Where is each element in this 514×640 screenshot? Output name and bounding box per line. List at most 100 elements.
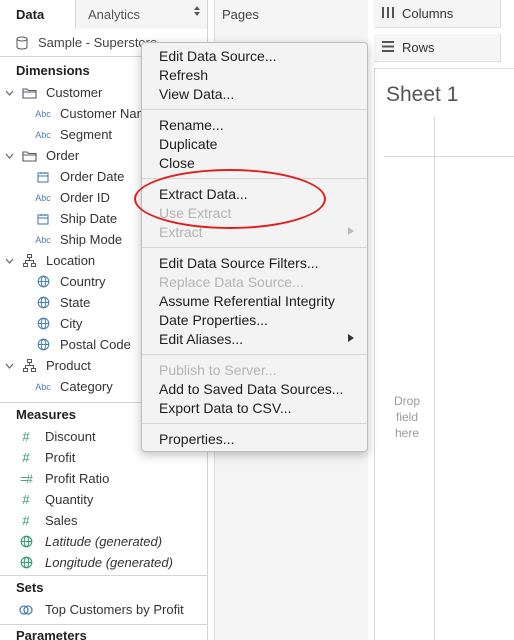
measure-field-label: Sales: [45, 513, 78, 528]
sheet-divider-vertical: [434, 117, 435, 640]
menu-item-edit-data-source-filters[interactable]: Edit Data Source Filters...: [142, 254, 367, 273]
menu-item-label: Publish to Server...: [159, 362, 277, 378]
parameters-header: Parameters: [16, 628, 87, 640]
dimension-group-label: Location: [46, 253, 96, 268]
menu-item-assume-referential-integrity[interactable]: Assume Referential Integrity: [142, 292, 367, 311]
sheet-title[interactable]: Sheet 1: [386, 83, 458, 107]
menu-item-export-data-to-csv[interactable]: Export Data to CSV...: [142, 399, 367, 418]
drop-hint-line: here: [394, 426, 420, 440]
drop-field-hint[interactable]: Drop field here: [385, 393, 429, 441]
menu-item-label: Assume Referential Integrity: [159, 293, 335, 309]
hierarchy-icon: [20, 254, 38, 267]
menu-item-label: Date Properties...: [159, 312, 268, 328]
columns-label: Columns: [402, 6, 454, 21]
abc-string-icon: Abc: [35, 234, 51, 245]
menu-item-label: Rename...: [159, 117, 224, 133]
abc-string-icon: Abc: [35, 192, 51, 203]
globe-icon: [32, 275, 54, 288]
menu-item-label: Duplicate: [159, 136, 218, 152]
chevron-down-icon[interactable]: [4, 361, 14, 371]
menu-item-label: Edit Data Source...: [159, 48, 277, 64]
dimension-group-label: Order: [46, 148, 80, 163]
menu-item-properties[interactable]: Properties...: [142, 430, 367, 449]
rows-shelf[interactable]: Rows: [374, 34, 514, 62]
menu-item-refresh[interactable]: Refresh: [142, 66, 367, 85]
menu-separator: [142, 247, 367, 248]
menu-item-label: View Data...: [159, 86, 235, 102]
measure-field[interactable]: =# Profit Ratio: [0, 468, 207, 489]
measure-field[interactable]: Latitude (generated): [0, 531, 207, 552]
menu-item-edit-aliases[interactable]: Edit Aliases...: [142, 330, 367, 349]
number-icon: #: [22, 513, 30, 528]
menu-separator: [142, 354, 367, 355]
abc-string-icon: Abc: [35, 108, 51, 119]
menu-item-label: Add to Saved Data Sources...: [159, 381, 344, 397]
drop-hint-line: field: [395, 410, 418, 424]
globe-icon: [32, 338, 54, 351]
menu-item-extract-data[interactable]: Extract Data...: [142, 185, 367, 204]
columns-drop-area[interactable]: [500, 0, 514, 28]
menu-item-close[interactable]: Close: [142, 154, 367, 173]
menu-item-label: Export Data to CSV...: [159, 400, 292, 416]
submenu-arrow-icon: [348, 223, 354, 242]
measure-field-label: Quantity: [45, 492, 94, 507]
measure-field[interactable]: # Quantity: [0, 489, 207, 510]
sets-header: Sets: [16, 580, 44, 595]
measure-field-label: Profit: [45, 450, 76, 465]
calendar-icon: [32, 171, 54, 183]
measure-field-label: Latitude (generated): [45, 534, 163, 549]
folder-icon: [20, 150, 38, 162]
menu-item-label: Extract: [159, 224, 203, 240]
data-source-name: Sample - Superstore: [38, 35, 158, 50]
dimension-field-label: Order ID: [60, 190, 110, 205]
sets-divider: [0, 575, 207, 576]
globe-icon: [32, 317, 54, 330]
measure-field[interactable]: Longitude (generated): [0, 552, 207, 573]
dimension-field-label: Ship Mode: [60, 232, 123, 247]
number-icon: #: [22, 429, 30, 444]
set-item[interactable]: Top Customers by Profit: [0, 599, 207, 620]
menu-item-add-to-saved-data-sources[interactable]: Add to Saved Data Sources...: [142, 380, 367, 399]
menu-item-label: Properties...: [159, 431, 235, 447]
chevron-down-icon[interactable]: [4, 151, 14, 161]
set-label: Top Customers by Profit: [45, 602, 184, 617]
tab-data[interactable]: Data: [0, 0, 76, 29]
menu-item-view-data[interactable]: View Data...: [142, 85, 367, 104]
measure-field[interactable]: # Sales: [0, 510, 207, 531]
data-source-context-menu: Edit Data Source... Refresh View Data... Re…: [141, 42, 368, 452]
dimension-field-label: Order Date: [60, 169, 125, 184]
submenu-arrow-icon: [348, 330, 354, 349]
menu-item-edit-data-source[interactable]: Edit Data Source...: [142, 47, 367, 66]
menu-item-replace-data-source: Replace Data Source...: [142, 273, 367, 292]
dimension-group-label: Customer: [46, 85, 103, 100]
columns-shelf[interactable]: Columns: [374, 0, 514, 28]
globe-icon: [32, 296, 54, 309]
globe-icon: [17, 556, 35, 569]
tab-analytics[interactable]: Analytics: [76, 0, 207, 29]
menu-separator: [142, 178, 367, 179]
sheet-canvas[interactable]: Sheet 1 Drop field here: [374, 68, 514, 640]
abc-string-icon: Abc: [35, 381, 51, 392]
menu-item-use-extract: Use Extract: [142, 204, 367, 223]
menu-item-rename[interactable]: Rename...: [142, 116, 367, 135]
menu-item-date-properties[interactable]: Date Properties...: [142, 311, 367, 330]
menu-item-extract: Extract: [142, 223, 367, 242]
updown-arrows-icon: [193, 0, 201, 29]
dimension-field-label: Ship Date: [60, 211, 118, 226]
tab-data-label: Data: [16, 7, 45, 22]
menu-item-label: Extract Data...: [159, 186, 248, 202]
menu-item-label: Refresh: [159, 67, 209, 83]
menu-item-duplicate[interactable]: Duplicate: [142, 135, 367, 154]
dimension-field-label: Country: [60, 274, 106, 289]
menu-item-publish-to-server: Publish to Server...: [142, 361, 367, 380]
number-icon: #: [22, 492, 30, 507]
menu-item-label: Edit Aliases...: [159, 331, 244, 347]
dimension-group-label: Product: [46, 358, 91, 373]
globe-icon: [17, 535, 35, 548]
rows-drop-area[interactable]: [500, 34, 514, 62]
chevron-down-icon[interactable]: [4, 88, 14, 98]
dimension-field-label: City: [60, 316, 83, 331]
rows-icon: [382, 40, 394, 55]
chevron-down-icon[interactable]: [4, 256, 14, 266]
drop-hint-line: Drop: [393, 394, 420, 408]
